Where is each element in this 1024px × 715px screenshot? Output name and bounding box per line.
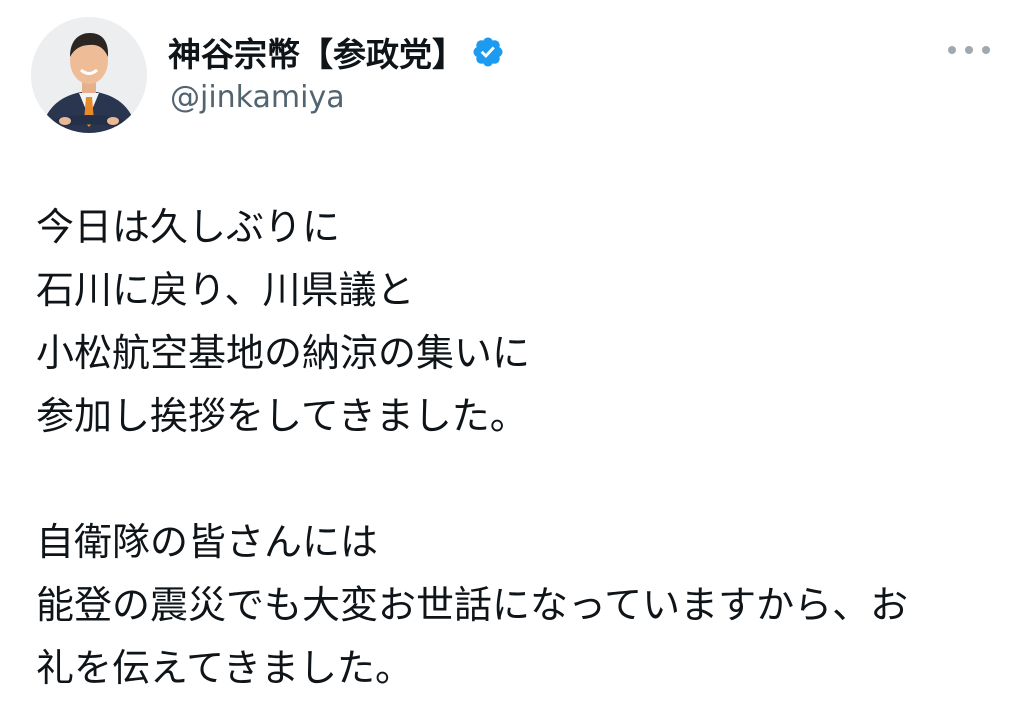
tweet-text-line: 小松航空基地の納涼の集いに — [36, 331, 531, 375]
tweet-text-line: 石川に戻り、川県議と — [36, 268, 415, 312]
tweet-text-line: 参加し挨拶をしてきました。 — [36, 394, 528, 438]
more-options-button[interactable] — [948, 38, 990, 62]
more-dot-icon — [965, 46, 973, 54]
more-dot-icon — [982, 46, 990, 54]
more-dot-icon — [948, 46, 956, 54]
verified-badge-icon — [471, 35, 505, 69]
avatar[interactable] — [31, 17, 147, 133]
tweet-card: 神谷宗幣【参政党】 @jinkamiya 今日は久しぶりに 石川に戻り、川県議と… — [0, 0, 1024, 715]
tweet-text-line: 礼を伝えてきました。 — [36, 646, 413, 690]
tweet-text-line: 今日は久しぶりに — [36, 205, 341, 249]
author-name-row[interactable]: 神谷宗幣【参政党】 — [168, 30, 505, 74]
author-display-name[interactable]: 神谷宗幣【参政党】 — [168, 28, 465, 76]
person-photo-icon — [31, 17, 147, 133]
author-handle[interactable]: @jinkamiya — [170, 80, 345, 115]
tweet-text-line: 能登の震災でも大変お世話になっていますから、お — [36, 583, 909, 627]
tweet-text: 今日は久しぶりに 石川に戻り、川県議と 小松航空基地の納涼の集いに 参加し挨拶を… — [36, 196, 1006, 700]
tweet-text-line: 自衛隊の皆さんには — [36, 520, 379, 564]
